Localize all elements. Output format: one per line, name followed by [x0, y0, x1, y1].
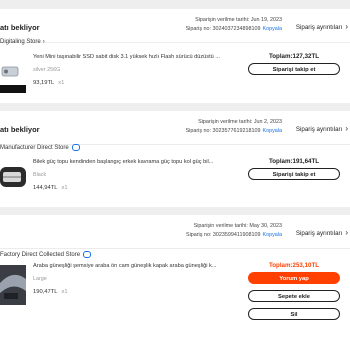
order-details-button[interactable]: Sipariş ayrıntıları › [296, 22, 348, 31]
store-link[interactable]: Factory Direct Collected Store [0, 251, 92, 259]
delete-button[interactable]: Sil [248, 308, 340, 320]
order-card: atı bekliyor Siparişin verilme tarihi: J… [0, 111, 350, 207]
order-header: atı bekliyor Siparişin verilme tarihi: J… [0, 9, 350, 43]
order-total: Toplam:127,32TL [268, 53, 320, 60]
store-link[interactable]: Digitaling Store › [0, 39, 45, 45]
product-image[interactable] [0, 159, 26, 197]
product-image[interactable] [0, 265, 26, 305]
order-meta: Siparişin verilme tarihi: Jun 2, 2023 Si… [132, 118, 282, 136]
product-price: 93,19TL x1 [33, 80, 64, 86]
price-value: 93,19TL [33, 80, 55, 86]
order-header: Siparişin verilme tarihi: May 30, 2023 S… [0, 215, 350, 249]
order-total: Toplam:191,64TL [268, 158, 320, 165]
store-name: Factory Direct Collected Store [0, 252, 81, 259]
track-order-button[interactable]: Siparişi takip et [248, 63, 340, 75]
product-variant: Large [33, 276, 47, 282]
order-number: Sipariş no: 3023577619218109 [185, 128, 261, 134]
store-name: Manufacturer Direct Store [0, 145, 69, 152]
chevron-right-icon: › [42, 39, 45, 45]
product-title[interactable]: Yeni Mini taşınabilir SSD sabit disk 3.1… [33, 54, 228, 60]
quantity: x1 [61, 185, 68, 191]
order-meta: Siparişin verilme tarihi: May 30, 2023 S… [132, 222, 282, 240]
divider [0, 248, 350, 249]
order-details-label: Sipariş ayrıntıları [295, 230, 343, 237]
order-card: atı bekliyor Siparişin verilme tarihi: J… [0, 9, 350, 103]
chat-icon[interactable] [83, 251, 92, 258]
order-status: atı bekliyor [0, 23, 40, 32]
order-meta: Siparişin verilme tarihi: Jun 19, 2023 S… [132, 16, 282, 34]
copy-link[interactable]: Kopyala [263, 128, 282, 134]
product-variant: Black [33, 172, 47, 178]
chevron-right-icon: › [345, 124, 348, 133]
order-number: Sipariş no: 3024037234898109 [185, 26, 261, 32]
product-price: 190,47TL x1 [33, 289, 68, 295]
order-date: Siparişin verilme tarihi: May 30, 2023 [193, 223, 282, 229]
order-card: Siparişin verilme tarihi: May 30, 2023 S… [0, 215, 350, 350]
divider [0, 42, 350, 43]
add-to-cart-button[interactable]: Sepete ekle [248, 290, 340, 302]
order-details-button[interactable]: Sipariş ayrıntıları › [296, 228, 348, 237]
product-title[interactable]: Araba güneşliği şemsiye araba ön cam gün… [33, 263, 228, 269]
copy-link[interactable]: Kopyala [263, 26, 282, 32]
chevron-right-icon: › [345, 22, 348, 31]
copy-link[interactable]: Kopyala [263, 232, 282, 238]
product-variant: silver 256G [33, 67, 61, 73]
order-status: atı bekliyor [0, 125, 40, 134]
order-number: Sipariş no: 3023599411908109 [185, 232, 261, 238]
quantity: x1 [58, 80, 65, 86]
order-date: Siparişin verilme tarihi: Jun 2, 2023 [198, 119, 282, 125]
order-total: Toplam:253,10TL [268, 262, 320, 269]
product-image[interactable] [0, 55, 26, 93]
order-header: atı bekliyor Siparişin verilme tarihi: J… [0, 111, 350, 145]
order-details-button[interactable]: Sipariş ayrıntıları › [296, 124, 348, 133]
price-value: 190,47TL [33, 289, 58, 295]
chevron-right-icon: › [345, 228, 348, 237]
price-value: 144,94TL [33, 185, 58, 191]
quantity: x1 [61, 289, 68, 295]
order-details-label: Sipariş ayrıntıları [295, 126, 343, 133]
product-price: 144,94TL x1 [33, 185, 68, 191]
track-order-button[interactable]: Siparişi takip et [248, 168, 340, 180]
review-button[interactable]: Yorum yap [248, 272, 340, 284]
chat-icon[interactable] [71, 144, 80, 151]
store-name: Digitaling Store [0, 39, 41, 45]
order-date: Siparişin verilme tarihi: Jun 19, 2023 [195, 17, 282, 23]
store-link[interactable]: Manufacturer Direct Store [0, 144, 80, 151]
product-title[interactable]: Bilek güç topu kendinden başlangıç erkek… [33, 159, 228, 165]
order-details-label: Sipariş ayrıntıları [295, 24, 343, 31]
